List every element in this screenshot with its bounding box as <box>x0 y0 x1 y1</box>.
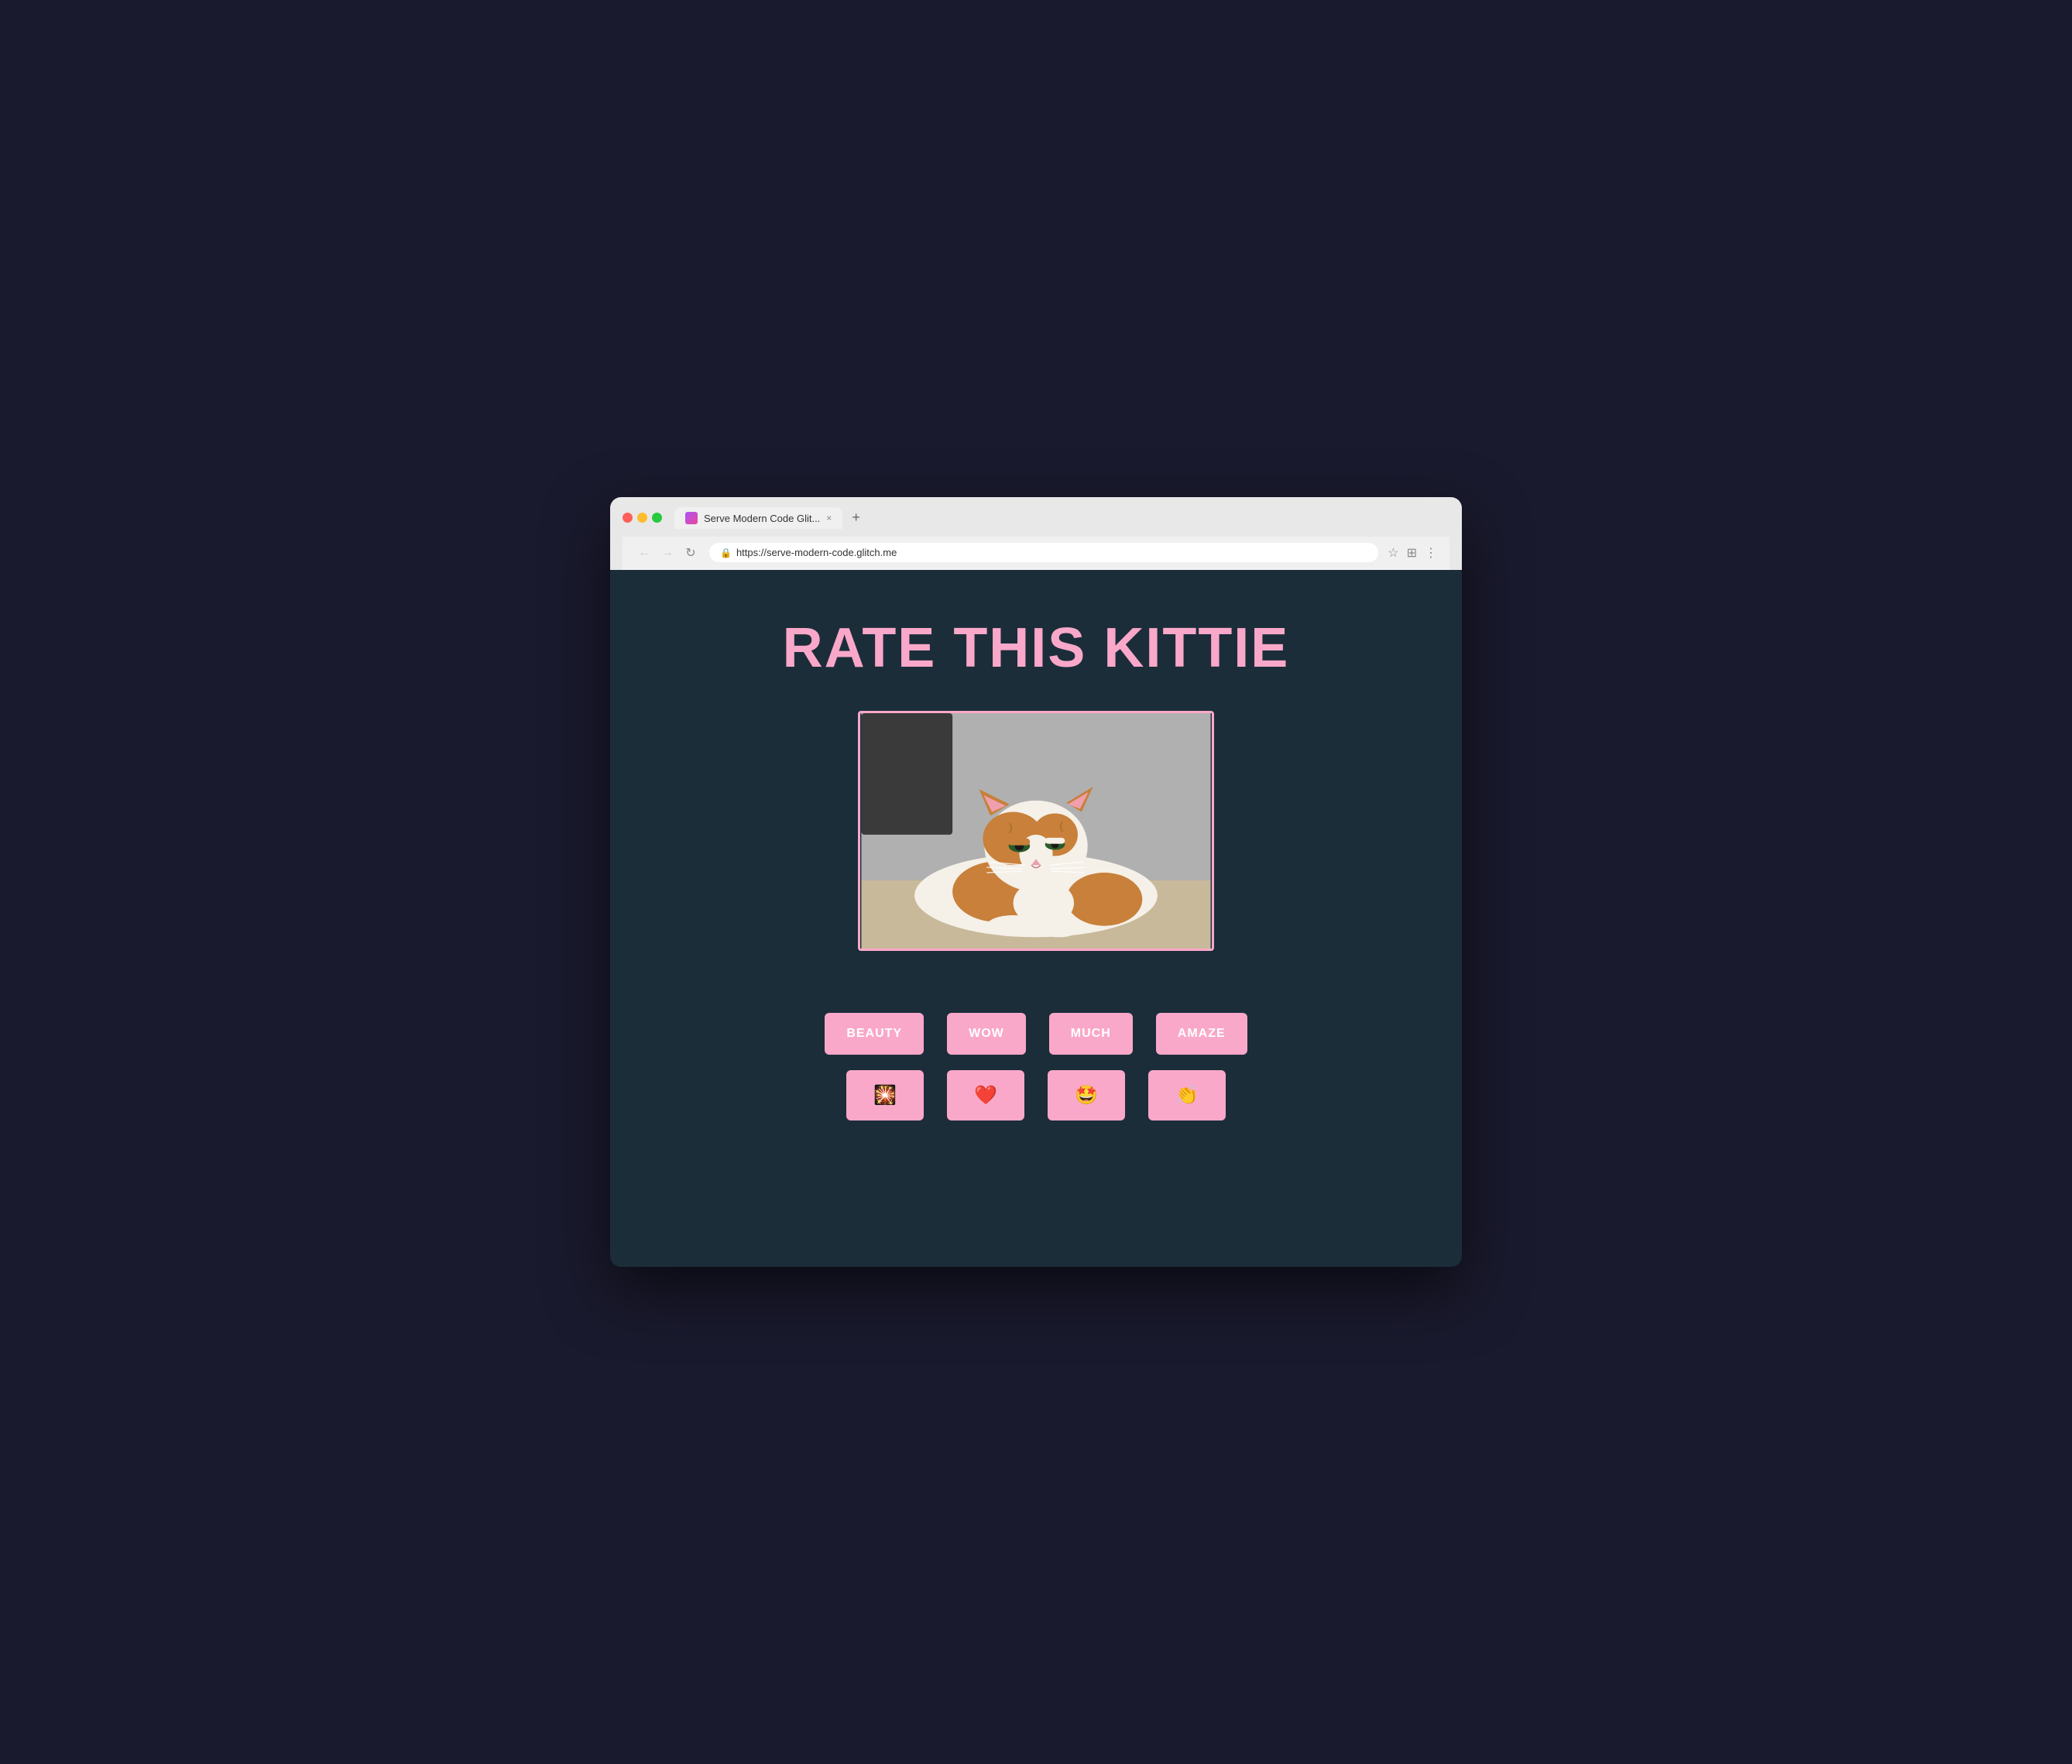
tab-close-button[interactable]: × <box>826 513 832 523</box>
page-content: RATE THIS KITTIE <box>610 570 1462 1267</box>
minimize-window-button[interactable] <box>637 513 647 523</box>
buttons-section: BEAUTY WOW MUCH AMAZE 🎇 ❤️ 🤩 👏 <box>825 1013 1247 1121</box>
text-buttons-row: BEAUTY WOW MUCH AMAZE <box>825 1013 1247 1055</box>
tab-title: Serve Modern Code Glit... <box>704 513 820 524</box>
active-tab[interactable]: Serve Modern Code Glit... × <box>674 507 842 529</box>
url-text: https://serve-modern-code.glitch.me <box>736 547 897 558</box>
cat-image-container <box>858 711 1214 951</box>
tab-bar: Serve Modern Code Glit... × + <box>674 506 1449 529</box>
new-tab-button[interactable]: + <box>846 506 866 529</box>
traffic-lights <box>623 513 662 523</box>
starstruck-button[interactable]: 🤩 <box>1048 1070 1125 1121</box>
much-button[interactable]: MUCH <box>1049 1013 1133 1055</box>
address-actions: ☆ ⊞ ⋮ <box>1388 545 1437 561</box>
tab-favicon-icon <box>685 512 698 524</box>
wow-button[interactable]: WOW <box>947 1013 1026 1055</box>
menu-icon[interactable]: ⋮ <box>1425 545 1437 561</box>
heart-button[interactable]: ❤️ <box>947 1070 1024 1121</box>
amaze-button[interactable]: AMAZE <box>1156 1013 1247 1055</box>
bookmark-icon[interactable]: ☆ <box>1388 545 1398 561</box>
reload-button[interactable]: ↻ <box>681 544 700 562</box>
url-bar[interactable]: 🔒 https://serve-modern-code.glitch.me <box>709 543 1378 562</box>
emoji-buttons-row: 🎇 ❤️ 🤩 👏 <box>846 1070 1226 1121</box>
back-button[interactable]: ← <box>635 544 654 562</box>
lock-icon: 🔒 <box>720 547 732 558</box>
browser-window: Serve Modern Code Glit... × + ← → ↻ 🔒 ht… <box>610 497 1462 1267</box>
sparkle-button[interactable]: 🎇 <box>846 1070 924 1121</box>
maximize-window-button[interactable] <box>652 513 662 523</box>
beauty-button[interactable]: BEAUTY <box>825 1013 924 1055</box>
close-window-button[interactable] <box>623 513 633 523</box>
forward-button[interactable]: → <box>658 544 677 562</box>
title-bar: Serve Modern Code Glit... × + ← → ↻ 🔒 ht… <box>610 497 1462 570</box>
cat-image <box>860 713 1212 949</box>
clap-button[interactable]: 👏 <box>1148 1070 1226 1121</box>
address-bar: ← → ↻ 🔒 https://serve-modern-code.glitch… <box>623 537 1449 570</box>
extensions-icon[interactable]: ⊞ <box>1407 545 1417 561</box>
nav-buttons: ← → ↻ <box>635 544 700 562</box>
page-title: RATE THIS KITTIE <box>783 616 1290 680</box>
